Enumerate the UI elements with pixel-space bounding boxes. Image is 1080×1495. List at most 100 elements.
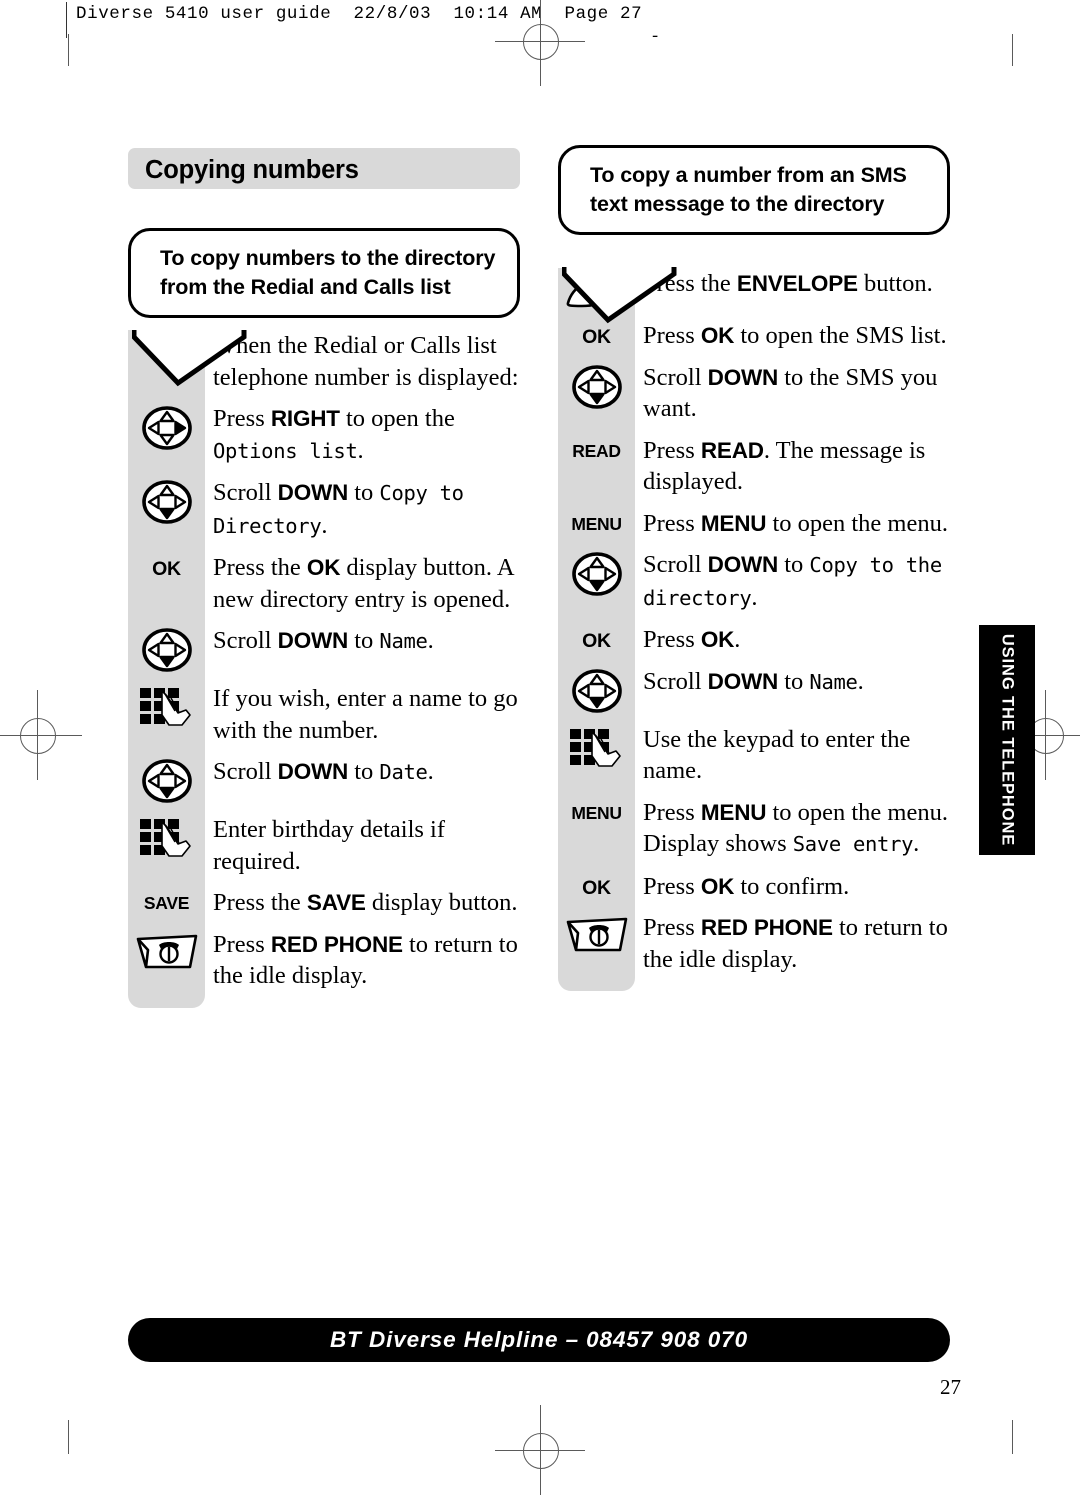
step-gap [128,673,528,683]
step-gap [128,467,528,477]
step-instruction: Press the OK display button. A new direc… [205,552,528,615]
step-row: Use the keypad to enter the name. [558,724,958,787]
step-gap [558,498,958,508]
step-row: MENU Press MENU to open the menu. [558,508,958,540]
key-label-read: READ [572,440,621,461]
step-instruction: Scroll DOWN to Copy to the directory. [635,549,958,614]
step-text-run: Use the keypad to enter the name. [643,725,911,785]
step-instruction: Enter birthday details if required. [205,814,528,877]
key-label-icon: SAVE [128,887,205,913]
step-text-run: . [751,583,758,611]
step-gap [558,714,958,724]
key-name: SAVE [306,890,366,915]
step-text-run: Press the [213,889,307,916]
left-section-heading-bubble: To copy numbers to the directory from th… [128,228,520,318]
step-text-run: to [348,627,380,654]
step-text-run: Press [643,436,701,464]
step-text-run: Press [643,872,701,900]
step-gap [128,992,528,1002]
key-name: OK [700,323,735,348]
key-name: RED PHONE [270,931,403,957]
chapter-side-tab: USING THE TELEPHONE [979,625,1035,855]
key-name: OK [306,555,341,580]
key-label-icon: OK [558,320,635,348]
key-name: DOWN [707,552,779,577]
step-instruction: Scroll DOWN to Date. [205,756,528,789]
step-gap [558,656,958,666]
key-label-ok: OK [582,876,611,899]
helpline-footer-text: BT Diverse Helpline – 08457 908 070 [330,1327,748,1352]
key-label-save: SAVE [143,893,190,913]
display-text: Save entry [792,832,914,856]
display-text: Date [379,760,428,784]
key-name: DOWN [277,759,349,784]
step-text-run: Press [213,930,271,958]
step-row: READ Press READ. The message is displayed… [558,435,958,498]
step-text-run: Scroll [643,667,708,695]
key-label-icon: READ [558,435,635,461]
page-number: 27 [940,1375,961,1399]
nav-down-icon [558,549,635,597]
display-text: Name [809,669,858,694]
step-text-run: Enter birthday details if required. [213,816,445,875]
step-text-run: . [734,626,741,653]
display-text: Name [379,629,428,653]
keypad-icon [128,683,205,729]
step-gap [558,614,958,624]
step-text-run: to [778,551,810,578]
key-name: OK [700,627,735,652]
step-text-run: to [778,667,810,695]
key-label-menu: MENU [571,802,622,823]
step-instruction: Press OK. [635,624,958,656]
nav-right-icon [128,403,205,451]
step-text-run: to confirm. [734,872,850,900]
right-section-heading-bubble: To copy a number from an SMS text messag… [558,145,950,235]
step-text-run: Scroll [643,363,708,391]
step-text-run: Scroll [643,551,708,578]
keypad-icon [128,814,205,860]
step-instruction: Press RED PHONE to return to the idle di… [205,929,528,992]
key-name: DOWN [707,668,779,694]
right-steps-list: Press the ENVELOPE button. OK Press OK to … [558,268,958,985]
step-row: Scroll DOWN to Name. [558,666,958,714]
step-instruction: Press RED PHONE to return to the idle di… [635,912,958,975]
left-steps-list: When the Redial or Calls list telephone … [128,330,528,1002]
step-text-run: to open the SMS list. [734,322,947,349]
right-bubble-tail [562,262,692,324]
left-bubble-tail [132,325,262,387]
step-gap [128,919,528,929]
step-row: Scroll DOWN to Date. [128,756,528,804]
step-row: Enter birthday details if required. [128,814,528,877]
step-row: OK Press OK to confirm. [558,871,958,903]
step-text-run: to [348,479,380,506]
step-gap [558,539,958,549]
nav-down-icon [558,362,635,410]
page-title: Copying numbers [145,156,359,184]
step-text-run: display button. [365,889,518,916]
step-instruction: Press MENU to open the menu. Display sho… [635,797,958,861]
step-row: Press RIGHT to open the Options list. [128,403,528,467]
step-row: If you wish, enter a name to go with the… [128,683,528,746]
key-name: DOWN [707,364,779,390]
step-gap [128,615,528,625]
step-text-run: . [857,667,864,695]
key-label-menu: MENU [571,513,622,534]
key-label-icon: OK [558,624,635,652]
step-gap [128,393,528,403]
key-label-ok: OK [582,630,611,652]
step-row: MENU Press MENU to open the menu. Display… [558,797,958,861]
red-phone-icon [558,912,635,956]
step-row: Scroll DOWN to Copy to the directory. [558,549,958,614]
step-text-run: Press [213,405,271,432]
step-text-run: Press [643,626,701,653]
step-row: Press RED PHONE to return to the idle di… [558,912,958,975]
step-instruction: Press OK to open the SMS list. [635,320,958,352]
step-text-run: . [427,758,434,785]
key-name: MENU [700,510,767,536]
step-row: OK Press OK. [558,624,958,656]
step-text-run: Press [643,322,701,349]
step-instruction: Scroll DOWN to the SMS you want. [635,362,958,425]
step-text-run: Scroll [213,758,278,785]
helpline-footer-bar: BT Diverse Helpline – 08457 908 070 [128,1318,950,1362]
step-row: Scroll DOWN to Copy to Directory. [128,477,528,542]
